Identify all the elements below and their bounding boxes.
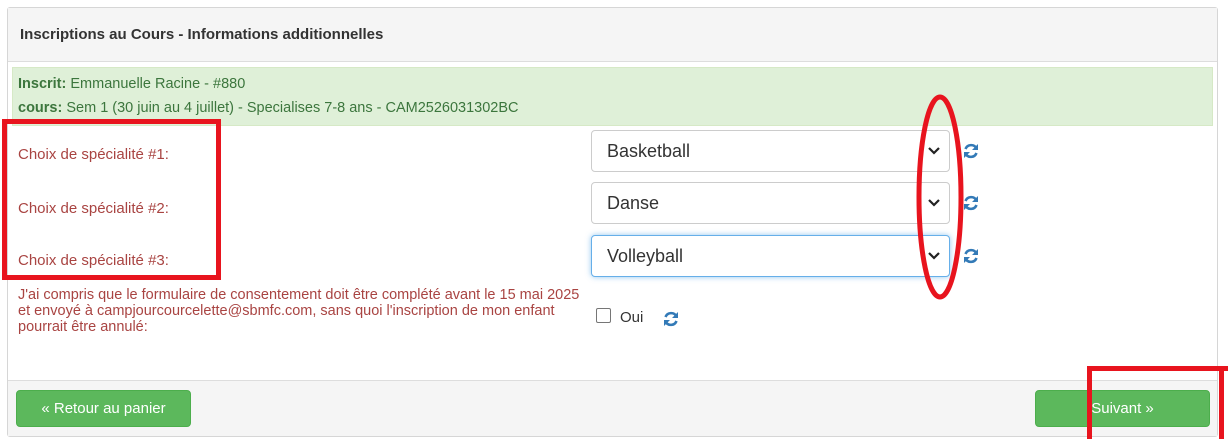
speciality-select-3-value: Volleyball	[607, 245, 684, 266]
inscrit-line: Inscrit: Emmanuelle Racine - #880	[18, 72, 1212, 96]
cours-label: cours:	[18, 100, 63, 116]
consent-text: J'ai compris que le formulaire de consen…	[18, 287, 580, 335]
cours-value: Sem 1 (30 juin au 4 juillet) - Specialis…	[62, 100, 519, 116]
speciality-select-3[interactable]: Volleyball	[591, 235, 950, 277]
consent-checkbox[interactable]	[596, 308, 611, 323]
inscrit-label: Inscrit:	[18, 76, 67, 92]
annotation-next-box-right	[1219, 366, 1224, 439]
annotation-next-box	[1087, 366, 1228, 439]
speciality-select-1-value: Basketball	[607, 140, 691, 161]
back-to-cart-button[interactable]: « Retour au panier	[16, 390, 191, 427]
speciality-select-2[interactable]: Danse	[591, 182, 950, 224]
panel-footer: « Retour au panier Suivant »	[8, 380, 1217, 436]
refresh-icon[interactable]	[662, 310, 680, 328]
speciality-select-2-value: Danse	[607, 192, 660, 213]
consent-option-label: Oui	[620, 309, 644, 326]
registration-info: Inscrit: Emmanuelle Racine - #880 cours:…	[12, 67, 1213, 126]
cours-line: cours: Sem 1 (30 juin au 4 juillet) - Sp…	[18, 96, 1212, 120]
inscrit-value: Emmanuelle Racine - #880	[66, 76, 246, 92]
annotation-labels-box	[2, 119, 221, 280]
panel-title: Inscriptions au Cours - Informations add…	[20, 26, 384, 43]
annotation-ellipse	[916, 94, 964, 300]
panel-heading: Inscriptions au Cours - Informations add…	[8, 8, 1217, 62]
speciality-select-1[interactable]: Basketball	[591, 130, 950, 172]
